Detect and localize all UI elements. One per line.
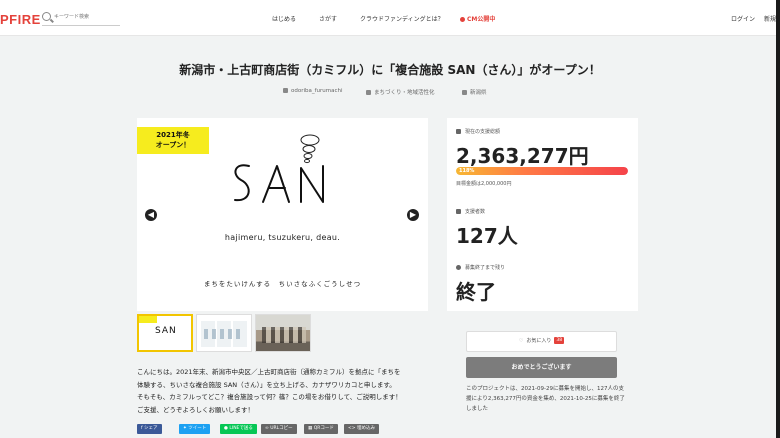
twitter-share-button[interactable]: ✦ ツイート [179, 424, 211, 434]
progress-fill [456, 167, 628, 175]
screen-bezel [776, 0, 780, 438]
description-line: そもそも、カミフルってどこ？複合施設って何？篠？この場をお借りして、ご説明します… [137, 393, 402, 401]
url-label: URLコピー [270, 426, 293, 431]
prev-slide-icon[interactable]: ◀ [145, 209, 157, 221]
project-ended-note: このプロジェクトは、2021-09-29に募集を開始し、127人の支援により2,… [466, 386, 625, 412]
thumb-diagram [201, 321, 247, 347]
total-label-text: 現在の支援総額 [465, 129, 501, 135]
category-name: まちづくり・地域活性化 [374, 90, 435, 96]
line-label: LINEで送る [229, 426, 253, 431]
project-category[interactable]: まちづくり・地域活性化 [366, 88, 435, 96]
thumbnail-1[interactable]: SAN [137, 314, 193, 352]
remaining-label-text: 募集終了まで残り [465, 265, 506, 271]
thumb-logo: SAN [155, 326, 177, 336]
thumb-photo [256, 315, 310, 351]
location-name: 新潟県 [470, 90, 487, 96]
thumb-banner [139, 316, 157, 323]
facebook-label: シェア [144, 426, 158, 431]
banner-line-2: オープン！ [155, 141, 191, 149]
search-box[interactable] [42, 10, 120, 26]
backers-count: 127人 [456, 224, 518, 248]
project-location[interactable]: 新潟県 [462, 88, 487, 96]
total-amount: 2,363,277円 [456, 144, 589, 168]
owner-name: odoriba_furumachi [291, 88, 343, 94]
opening-banner: 2021年冬 オープン！ [137, 127, 209, 154]
project-description: こんにちは。2021年末、新潟市中央区／上古町商店街（通称カミフル）を拠点に「ま… [137, 366, 432, 416]
pin-icon [462, 90, 467, 95]
heart-icon: ♡ [518, 338, 524, 344]
progress-percent: 118% [459, 168, 475, 174]
site-logo[interactable]: PFIRE [0, 12, 41, 27]
thumbnail-3[interactable] [255, 314, 311, 352]
nav-cm[interactable]: CM公開中 [460, 14, 495, 23]
favorite-button[interactable]: ♡ お気に入り 38 [466, 331, 617, 352]
stats-panel: 現在の支援総額 2,363,277円 118% 目標金額は2,000,000円 … [447, 118, 638, 311]
goal-amount: 目標金額は2,000,000円 [456, 181, 512, 187]
funding-progress-bar: 118% [456, 167, 628, 175]
nav-about[interactable]: クラウドファンディングとは？ [360, 14, 444, 23]
project-owner[interactable]: odoriba_furumachi [283, 88, 343, 94]
cm-icon [460, 17, 465, 22]
url-copy-button[interactable]: ∞ URLコピー [261, 424, 297, 434]
description-line: こんにちは。2021年末、新潟市中央区／上古町商店街（通称カミフル）を拠点に「ま… [137, 368, 401, 376]
thumbnail-2[interactable] [196, 314, 252, 352]
nav-browse[interactable]: さがす [319, 14, 337, 23]
embed-button[interactable]: <> 埋め込み [344, 424, 379, 434]
remaining-value: 終了 [456, 280, 496, 304]
nav-cm-label: CM公開中 [467, 16, 496, 23]
user-icon [283, 88, 288, 93]
description-line: 体験する、ちいさな複合施設 SAN（さん）」を立ち上げる、カナザワリカコと申しま… [137, 380, 396, 389]
hero-slideshow: 2021年冬 オープン！ hajimeru, tsuzukeru, deau. … [137, 118, 428, 311]
support-button[interactable]: おめでとうございます [466, 357, 617, 378]
description-line: ご支援、どうぞよろしくお願いします！ [137, 405, 254, 414]
total-label: 現在の支援総額 [456, 128, 500, 135]
backers-label: 支援者数 [456, 208, 485, 215]
backers-label-text: 支援者数 [465, 209, 486, 215]
qr-code-button[interactable]: ▦ QRコード [304, 424, 338, 434]
nav-start[interactable]: はじめる [272, 14, 296, 23]
favorite-count: 38 [554, 337, 565, 344]
favorite-label: お気に入り [526, 338, 552, 344]
search-icon [42, 12, 51, 21]
san-logo [234, 164, 324, 203]
signup-link[interactable]: 新規 [764, 14, 776, 23]
next-slide-icon[interactable]: ▶ [407, 209, 419, 221]
banner-line-1: 2021年冬 [156, 131, 190, 139]
qr-label: QRコード [313, 426, 334, 431]
twitter-label: ツイート [188, 426, 207, 431]
search-input[interactable] [54, 10, 118, 24]
line-share-button[interactable]: ● LINEで送る [220, 424, 257, 434]
hero-subline: まちをたいけんする ちいさなふくごうしせつ [203, 280, 362, 288]
site-header: PFIRE はじめる さがす クラウドファンディングとは？ CM公開中 ログイン… [0, 0, 780, 36]
code-icon: <> [348, 426, 357, 431]
project-title: 新潟市・上古町商店街（カミフル）に「複合施設 SAN（さん）」がオープン！ [179, 63, 601, 77]
clock-icon [456, 265, 461, 270]
hero-tagline: hajimeru, tsuzukeru, deau. [224, 233, 341, 242]
user-icon [456, 209, 461, 214]
facebook-share-button[interactable]: f シェア [137, 424, 162, 434]
embed-label: 埋め込み [356, 426, 375, 431]
tag-icon [366, 90, 371, 95]
login-link[interactable]: ログイン [731, 14, 755, 23]
screen: PFIRE はじめる さがす クラウドファンディングとは？ CM公開中 ログイン… [0, 0, 780, 438]
remaining-label: 募集終了まで残り [456, 264, 505, 271]
yen-icon [456, 129, 461, 134]
